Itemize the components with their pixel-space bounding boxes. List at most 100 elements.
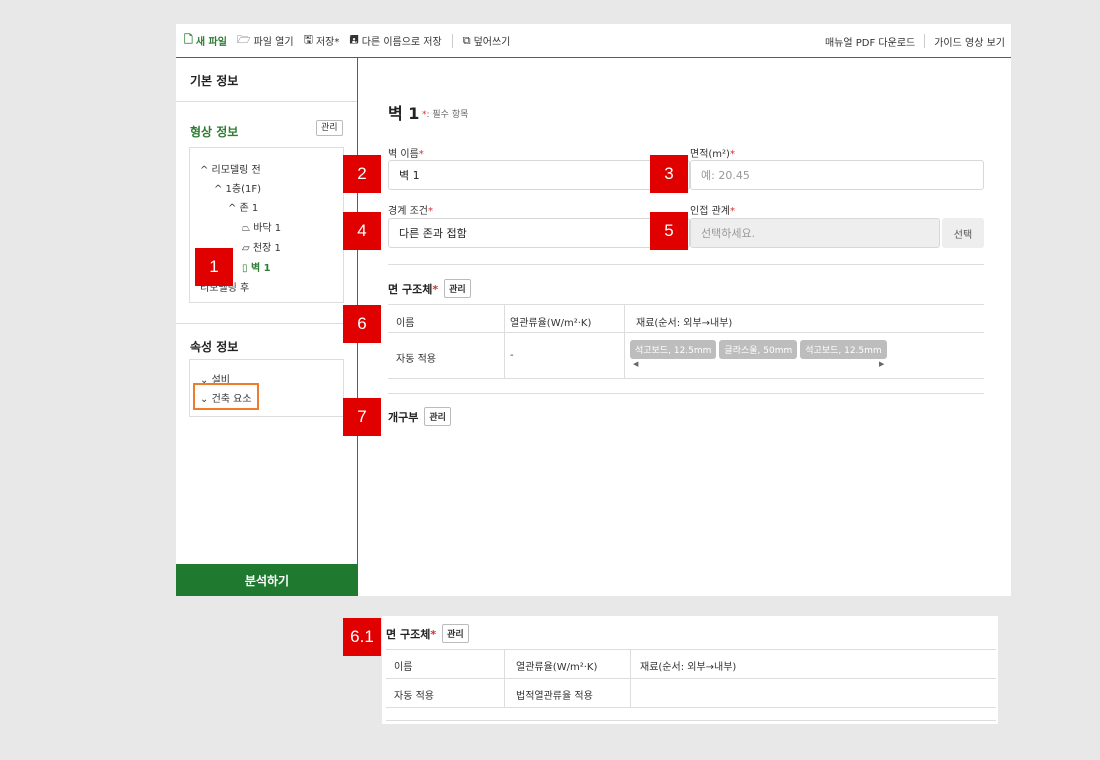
toolbar: 🗋 새 파일 🗁 파일 열기 🖫 저장* 🖪 다른 이름으로 저장 ⧉ 덮어쓰기… — [176, 24, 1011, 58]
save-as-icon: 🖪 — [349, 33, 359, 46]
guide-video-link[interactable]: 가이드 영상 보기 — [934, 34, 1005, 49]
tree-item-floor[interactable]: ^ 1층(1F) — [214, 180, 261, 195]
material-chip[interactable]: 석고보드, 12.5mm — [800, 340, 887, 359]
divider — [388, 393, 984, 394]
material-chip[interactable]: 석고보드, 12.5mm — [630, 340, 717, 359]
opening-manage-button[interactable]: 관리 — [424, 407, 451, 426]
select-adjacent-button[interactable]: 선택 — [942, 218, 984, 248]
opening-title: 개구부 관리 — [388, 407, 451, 426]
required-star: * — [427, 206, 433, 217]
highlight-box — [193, 383, 259, 410]
new-file-label: 새 파일 — [195, 37, 227, 48]
toolbar-divider — [924, 34, 926, 48]
divider — [386, 720, 996, 721]
tree-item-zone[interactable]: ^ 존 1 — [228, 199, 258, 214]
shape-info-title[interactable]: 형상 정보 — [190, 123, 238, 140]
table-header-border — [386, 678, 996, 679]
table-cell-name: 자동 적용 — [394, 691, 434, 702]
surface-manage-button[interactable]: 관리 — [444, 279, 471, 298]
table-col-divider — [624, 304, 625, 378]
required-star: * — [729, 206, 735, 217]
boundary-label: 경계 조건* — [388, 202, 433, 217]
table-cell-u-value: - — [510, 350, 514, 361]
analyze-button[interactable]: 분석하기 — [176, 564, 358, 596]
new-file-button[interactable]: 🗋 새 파일 — [184, 31, 227, 50]
table-col-divider — [504, 304, 505, 378]
new-file-icon: 🗋 — [184, 33, 193, 46]
area-input[interactable]: 예: 20.45 — [690, 160, 984, 190]
table-header-u-value: 열관류율(W/m²·K) — [510, 318, 592, 329]
ceiling-icon: ⏥ — [242, 243, 250, 254]
marker-1: 1 — [195, 248, 233, 286]
table-top-border — [388, 304, 984, 305]
overwrite-label: 덮어쓰기 — [473, 37, 511, 48]
divider — [176, 101, 357, 102]
boundary-select[interactable]: 다른 존과 접함 — [388, 218, 690, 248]
open-file-label: 파일 열기 — [253, 37, 294, 48]
table-top-border — [386, 649, 996, 650]
save-as-button[interactable]: 🖪 다른 이름으로 저장 — [349, 31, 441, 50]
required-star: * — [430, 627, 437, 641]
material-chip[interactable]: 글라스울, 50mm — [719, 340, 798, 359]
marker-6-1: 6.1 — [343, 618, 381, 656]
table-header-border — [388, 332, 984, 333]
sidebar: 기본 정보 형상 정보 관리 ^ 리모델링 전 ^ 1층(1F) ^ 존 1 ⏢… — [176, 58, 358, 596]
toolbar-right: 매뉴얼 PDF 다운로드 가이드 영상 보기 — [825, 24, 1005, 58]
basic-info-title[interactable]: 기본 정보 — [190, 72, 238, 89]
required-star: * — [432, 282, 439, 296]
tree-item-label: 천장 1 — [252, 243, 281, 254]
tree-item-wall[interactable]: ▯ 벽 1 — [242, 259, 271, 274]
table-cell-u-value: 법적열관류율 적용 — [516, 691, 593, 702]
save-button[interactable]: 🖫 저장* — [304, 31, 340, 50]
table-col-divider — [504, 649, 505, 707]
wall-name-input[interactable]: 벽 1 — [388, 160, 690, 190]
boundary-label-text: 경계 조건 — [388, 206, 428, 217]
required-star: * — [418, 149, 424, 160]
editor-window: 🗋 새 파일 🗁 파일 열기 🖫 저장* 🖪 다른 이름으로 저장 ⧉ 덮어쓰기… — [176, 24, 1011, 596]
area-label: 면적(m²)* — [690, 145, 735, 160]
property-info-title[interactable]: 속성 정보 — [190, 338, 238, 355]
tree-item-label: 벽 1 — [251, 263, 271, 274]
surface-structure-label: 면 구조체 — [388, 282, 433, 296]
save-label: 저장* — [315, 37, 340, 48]
marker-7: 7 — [343, 398, 381, 436]
tree-item-label: 바닥 1 — [253, 223, 282, 234]
required-note-text: : 필수 항목 — [426, 110, 469, 120]
marker-2: 2 — [343, 155, 381, 193]
scroll-left-icon[interactable]: ◀ — [633, 360, 638, 368]
open-file-button[interactable]: 🗁 파일 열기 — [237, 31, 294, 50]
table-header-u-value: 열관류율(W/m²·K) — [516, 662, 598, 673]
tree-item-ceiling[interactable]: ⏥ 천장 1 — [242, 239, 281, 254]
table-header-material: 재료(순서: 외부→내부) — [640, 662, 737, 673]
surface-manage-button-alt[interactable]: 관리 — [442, 624, 469, 643]
table-header-material: 재료(순서: 외부→내부) — [636, 318, 733, 329]
page-title: 벽 1 — [388, 104, 420, 123]
divider — [388, 264, 984, 265]
folder-open-icon: 🗁 — [236, 33, 251, 46]
divider — [176, 323, 357, 324]
table-col-divider — [630, 649, 631, 707]
opening-label: 개구부 — [388, 410, 419, 424]
manual-pdf-link[interactable]: 매뉴얼 PDF 다운로드 — [825, 34, 915, 49]
marker-6: 6 — [343, 305, 381, 343]
shape-manage-button[interactable]: 관리 — [316, 120, 343, 136]
toolbar-divider — [451, 33, 453, 48]
table-header-name: 이름 — [394, 662, 413, 673]
floor-surface-icon: ⏢ — [242, 223, 250, 234]
table-header-name: 이름 — [396, 318, 415, 329]
scroll-right-icon[interactable]: ▶ — [879, 360, 884, 368]
save-icon: 🖫 — [303, 33, 313, 46]
save-as-label: 다른 이름으로 저장 — [361, 37, 442, 48]
area-label-text: 면적(m²) — [690, 149, 730, 160]
adjacent-input[interactable]: 선택하세요. — [690, 218, 940, 248]
overwrite-button[interactable]: ⧉ 덮어쓰기 — [463, 33, 511, 49]
wall-name-label: 벽 이름* — [388, 145, 424, 160]
table-cell-name: 자동 적용 — [396, 354, 436, 365]
marker-3: 3 — [650, 155, 688, 193]
marker-5: 5 — [650, 212, 688, 250]
tree-item-floor-surface[interactable]: ⏢ 바닥 1 — [242, 219, 281, 234]
adjacent-label: 인접 관계* — [690, 202, 735, 217]
tree-item-before-remodel[interactable]: ^ 리모델링 전 — [200, 161, 261, 176]
main-content: 벽 1 *: 필수 항목 벽 이름* 벽 1 면적(m²)* 예: 20.45 … — [358, 58, 1011, 596]
wall-icon: ▯ — [242, 263, 248, 274]
